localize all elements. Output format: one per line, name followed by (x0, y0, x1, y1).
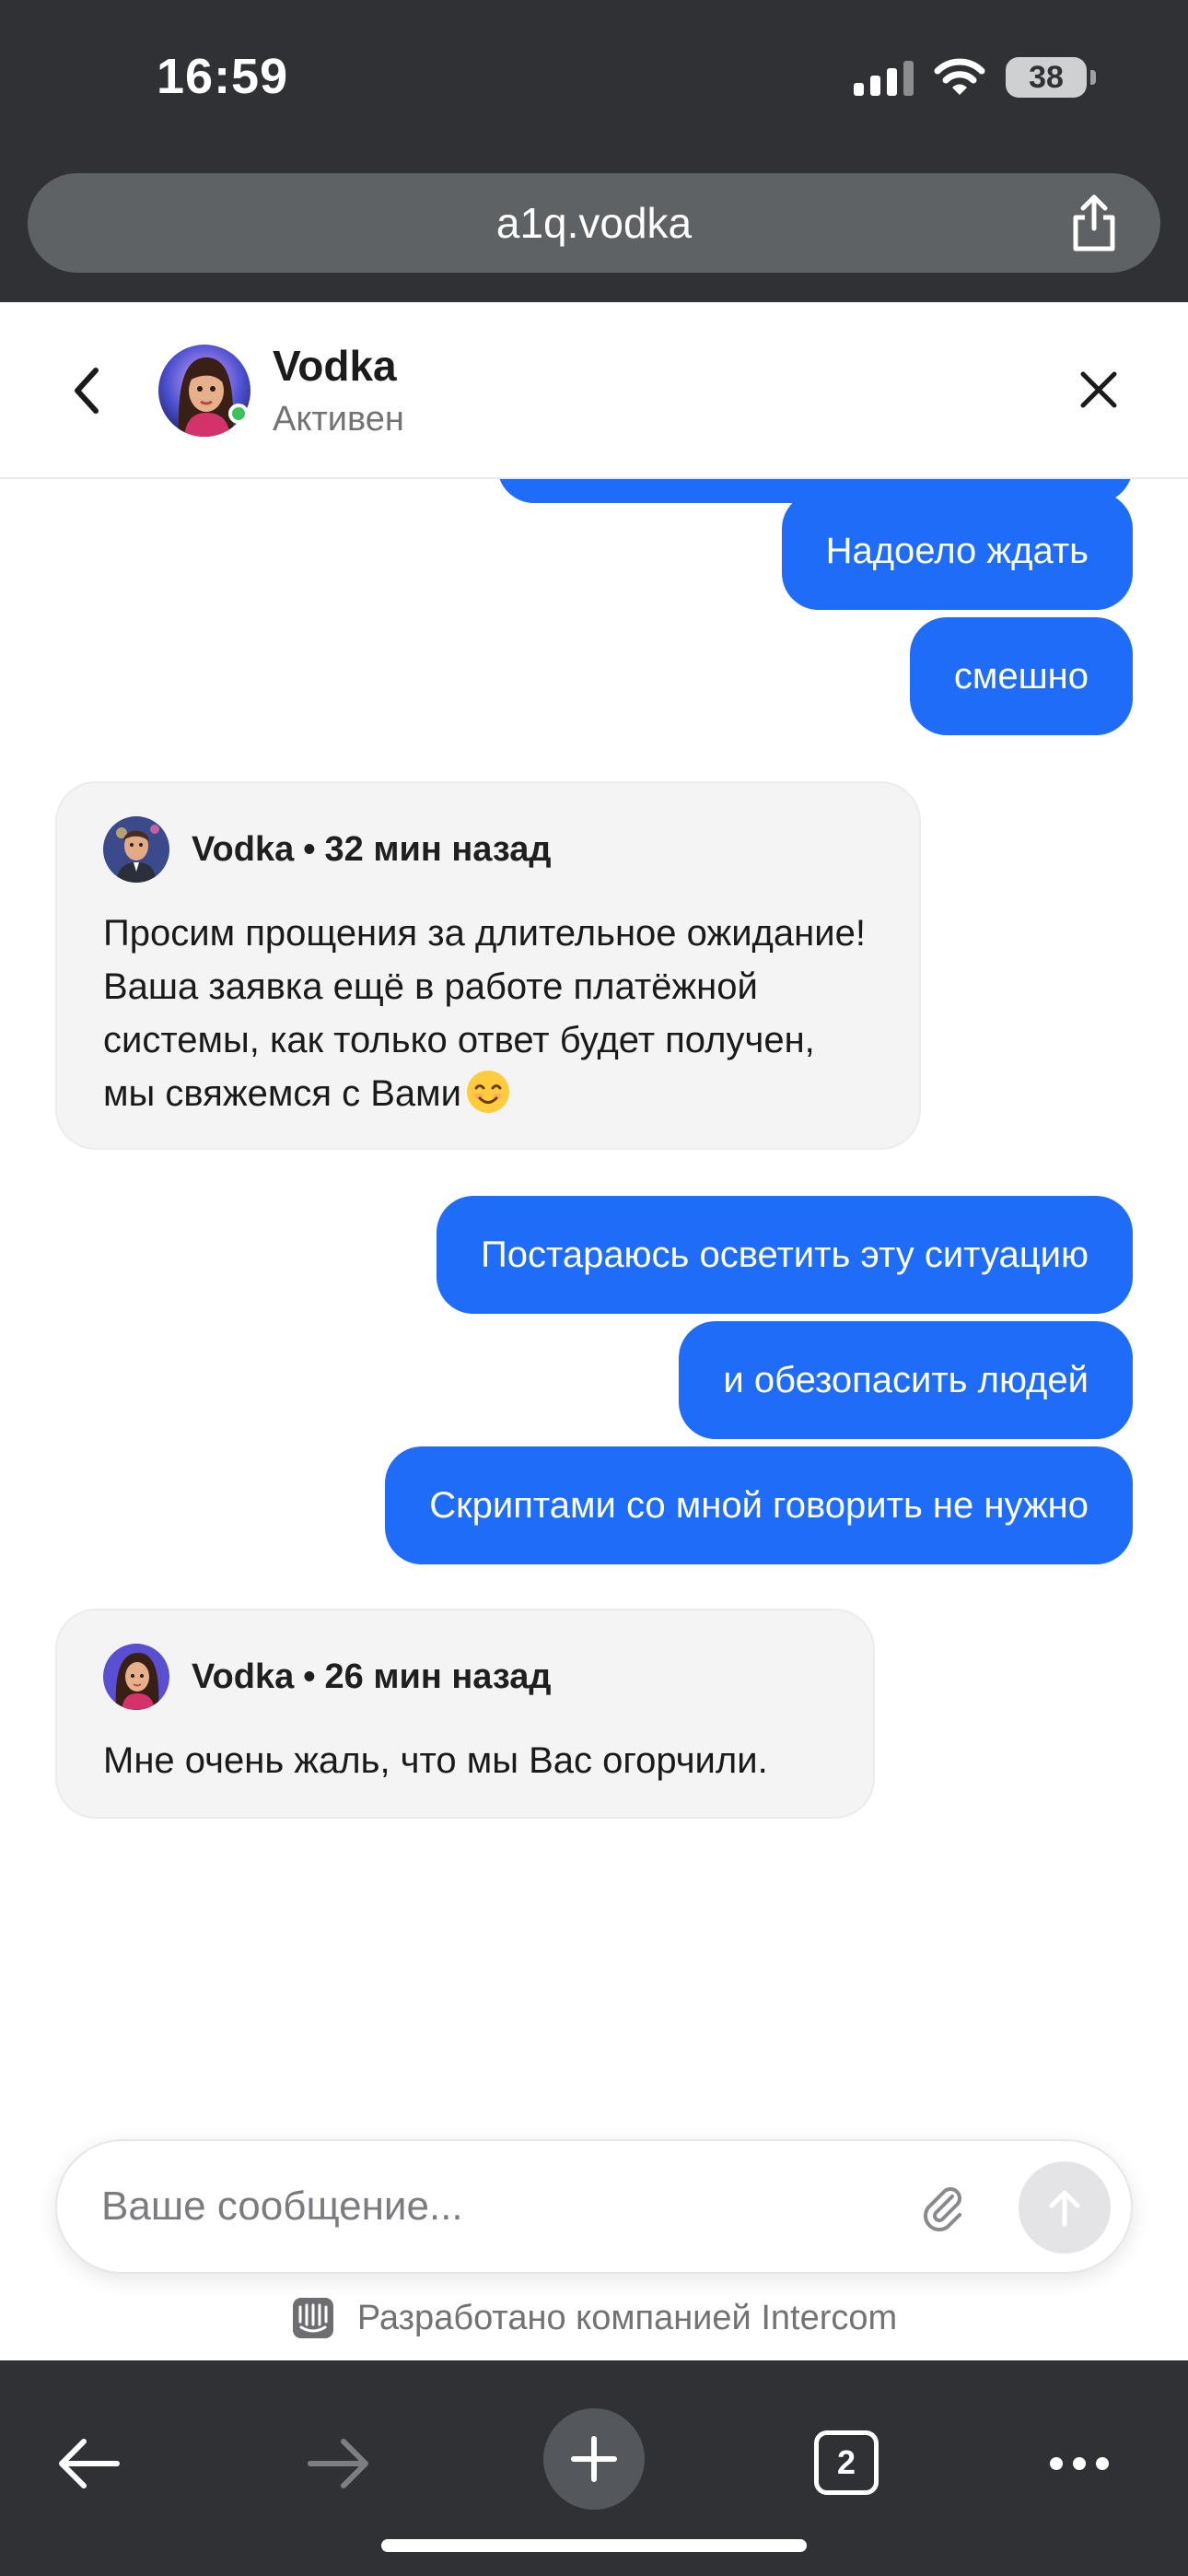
message-text: и обезопасить людей (723, 1359, 1089, 1400)
tab-count: 2 (836, 2443, 856, 2481)
outgoing-message: Постараюсь осветить эту ситуацию (436, 1196, 1133, 1314)
chat-status: Активен (273, 400, 404, 439)
meta-separator: • (303, 1657, 316, 1696)
intercom-logo-icon (292, 2298, 333, 2338)
back-button[interactable] (42, 2418, 134, 2510)
message-input[interactable] (101, 2141, 912, 2272)
message-list[interactable]: Надоело ждать смешно Vodka • 32 мин наза… (0, 479, 1188, 2128)
outgoing-message: Скриптами со мной говорить не нужно (385, 1446, 1133, 1564)
outgoing-message: Надоело ждать (781, 492, 1133, 610)
chat-title: Vodka (273, 342, 397, 390)
online-indicator (228, 404, 249, 424)
chat-header: Vodka Активен (0, 302, 1188, 479)
agent-avatar-icon (103, 1644, 169, 1710)
message-body: Мне очень жаль, что мы Вас огорчили. (103, 1734, 827, 1787)
signal-icon (854, 59, 914, 96)
message-body: Просим прощения за длительное ожидание! … (103, 907, 873, 1120)
back-chevron-icon[interactable] (66, 363, 107, 418)
browser-top-chrome: 16:59 38 a1q.vodka (0, 0, 1188, 302)
more-button[interactable] (1033, 2418, 1125, 2510)
message-time: 26 мин назад (324, 1657, 552, 1696)
forward-button[interactable] (293, 2418, 385, 2510)
back-arrow-icon (59, 2439, 120, 2488)
more-icon (1050, 2457, 1109, 2470)
wifi-icon (934, 58, 985, 95)
message-time: 32 мин назад (324, 829, 552, 869)
outgoing-message: и обезопасить людей (679, 1321, 1133, 1439)
incoming-message-card: Vodka • 32 мин назад Просим прощения за … (55, 781, 921, 1150)
share-icon[interactable] (1066, 193, 1122, 252)
avatar (158, 345, 250, 437)
plus-icon (571, 2436, 617, 2482)
meta-separator: • (303, 829, 316, 869)
message-text: Мне очень жаль, что мы Вас огорчили. (103, 1740, 768, 1781)
message-header: Vodka • 32 мин назад (103, 816, 873, 883)
message-author: Vodka (192, 829, 295, 869)
smiling-face-emoji-icon (466, 1071, 509, 1113)
paperclip-icon[interactable] (917, 2182, 967, 2231)
powered-by-intercom[interactable]: Разработано компанией Intercom (0, 2290, 1188, 2346)
status-time: 16:59 (157, 49, 289, 104)
battery-level: 38 (1029, 59, 1064, 95)
message-author: Vodka (192, 1657, 295, 1696)
send-button[interactable] (1019, 2161, 1111, 2254)
message-text: Надоело ждать (825, 530, 1089, 571)
message-text: смешно (953, 655, 1089, 697)
message-text: Постараюсь осветить эту ситуацию (480, 1234, 1089, 1275)
address-url[interactable]: a1q.vodka (496, 198, 692, 248)
agent-avatar-icon (103, 816, 169, 883)
status-bar: 16:59 38 (0, 0, 1188, 162)
close-icon[interactable] (1076, 367, 1122, 413)
agent-avatar (103, 1644, 169, 1710)
message-header: Vodka • 26 мин назад (103, 1644, 827, 1710)
message-composer (55, 2139, 1133, 2274)
address-bar[interactable]: a1q.vodka (28, 173, 1160, 273)
new-tab-button[interactable] (543, 2408, 645, 2510)
agent-avatar (103, 816, 169, 883)
tabs-button[interactable]: 2 (814, 2430, 879, 2495)
powered-by-text[interactable]: Разработано компанией Intercom (357, 2299, 897, 2338)
home-indicator (381, 2539, 807, 2552)
battery-icon: 38 (1006, 57, 1096, 98)
status-icons: 38 (854, 57, 1096, 98)
arrow-up-icon (1049, 2190, 1080, 2227)
outgoing-message: смешно (909, 617, 1133, 735)
forward-arrow-icon (308, 2439, 368, 2488)
message-text: Скриптами со мной говорить не нужно (429, 1484, 1089, 1526)
incoming-message-card: Vodka • 26 мин назад Мне очень жаль, что… (55, 1609, 875, 1819)
